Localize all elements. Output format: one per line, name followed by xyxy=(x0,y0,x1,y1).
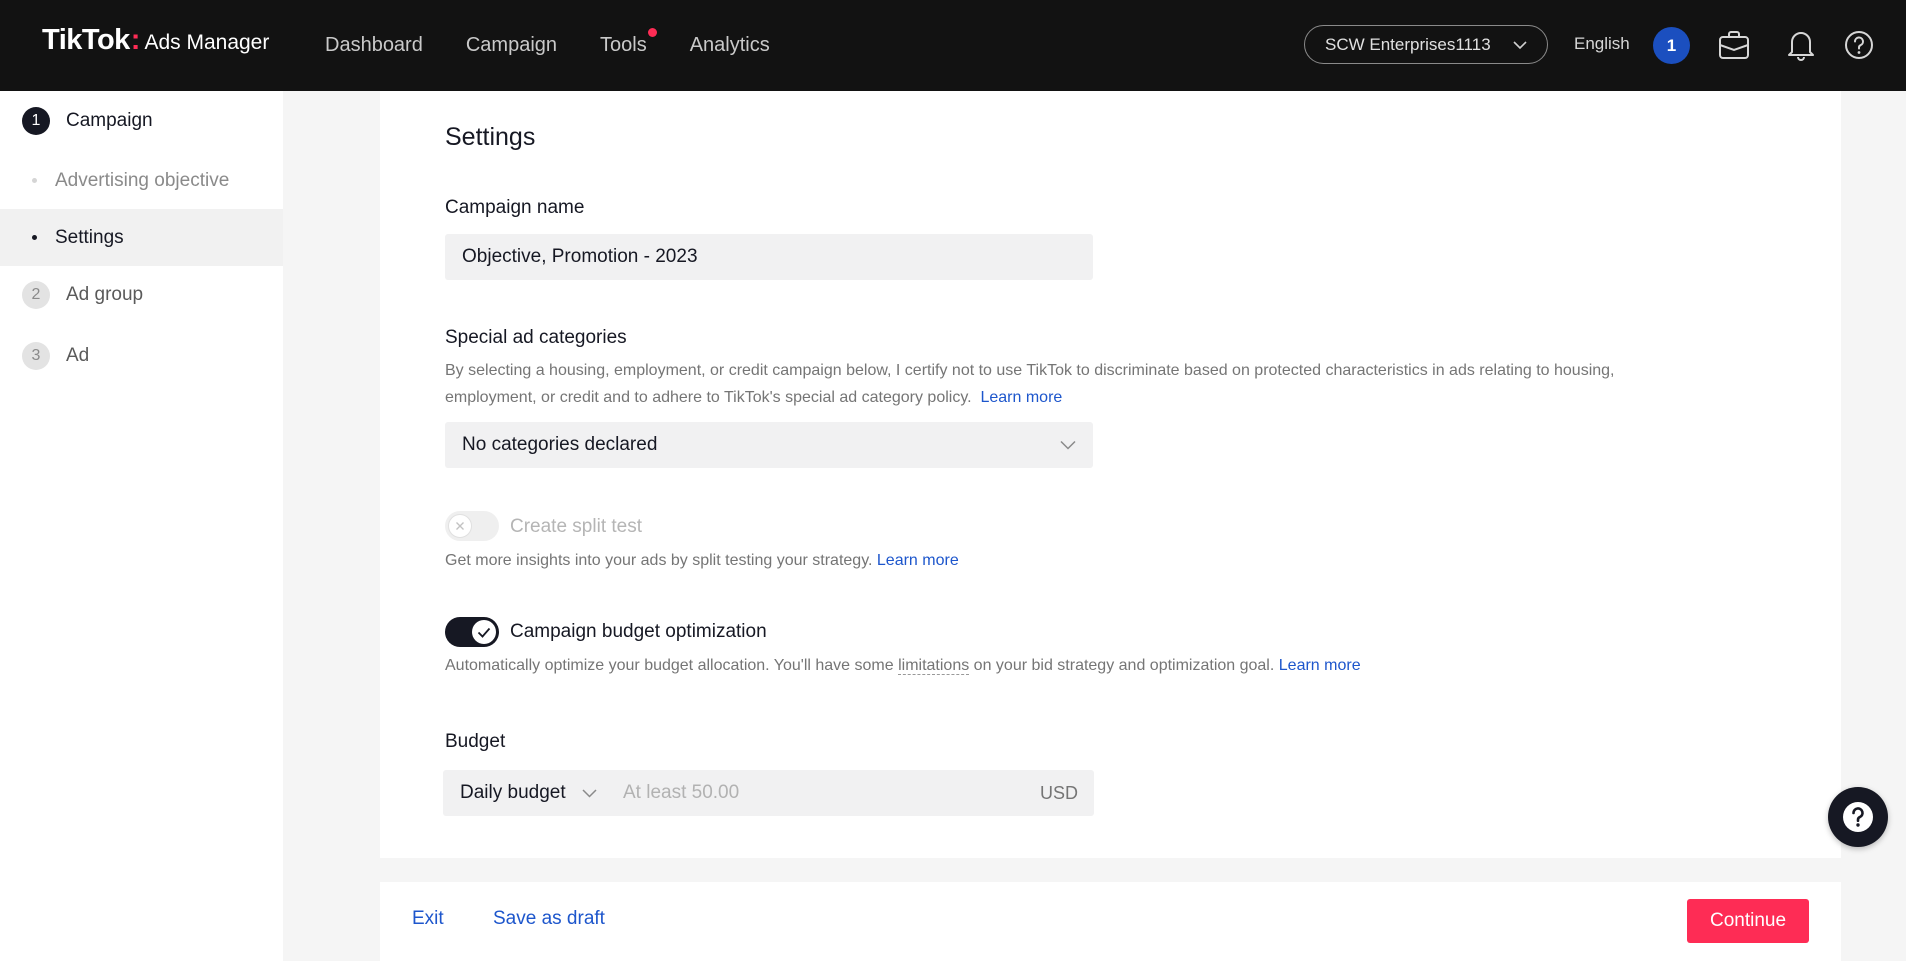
step-number: 2 xyxy=(22,281,50,309)
chevron-down-icon xyxy=(1513,35,1527,55)
step-number: 1 xyxy=(22,107,50,135)
budget-type-select[interactable]: Daily budget xyxy=(443,770,623,816)
step-ad-group[interactable]: 2 Ad group xyxy=(22,281,143,309)
settings-card: Settings Campaign name Objective, Promot… xyxy=(380,91,1841,858)
campaign-name-input[interactable]: Objective, Promotion - 2023 xyxy=(445,234,1093,280)
chevron-down-icon xyxy=(1060,434,1076,456)
budget-input-group: Daily budget At least 50.00 USD xyxy=(443,770,1094,816)
split-test-description: Get more insights into your ads by split… xyxy=(445,547,959,574)
nav-campaign[interactable]: Campaign xyxy=(466,34,557,57)
selected-category: No categories declared xyxy=(462,434,658,455)
bullet-icon xyxy=(32,178,37,183)
step-ad[interactable]: 3 Ad xyxy=(22,342,89,370)
step-label: Ad group xyxy=(66,284,144,305)
budget-type-value: Daily budget xyxy=(460,782,566,803)
budget-currency: USD xyxy=(1039,782,1078,803)
cbo-toggle[interactable] xyxy=(445,617,499,647)
special-ad-categories-description: By selecting a housing, employment, or c… xyxy=(445,357,1685,411)
special-ad-categories-label: Special ad categories xyxy=(445,327,627,348)
learn-more-link[interactable]: Learn more xyxy=(980,389,1062,406)
step-label: Ad xyxy=(66,345,90,366)
step-label: Campaign xyxy=(66,110,153,131)
brand-colon: : xyxy=(130,24,141,56)
bullet-icon xyxy=(32,235,37,240)
substep-advertising-objective[interactable]: Advertising objective xyxy=(0,152,283,209)
substep-label: Advertising objective xyxy=(55,169,230,191)
description-text: on your bid strategy and optimization go… xyxy=(969,657,1275,674)
briefcase-icon[interactable] xyxy=(1716,27,1752,63)
brand-name: TikTok xyxy=(42,24,130,56)
toggle-knob xyxy=(472,620,496,644)
step-number: 3 xyxy=(22,342,50,370)
save-as-draft-link[interactable]: Save as draft xyxy=(493,908,605,930)
bell-icon[interactable] xyxy=(1783,27,1819,63)
tiktok-ads-manager-logo[interactable]: TikTok : Ads Manager xyxy=(42,24,269,57)
learn-more-link[interactable]: Learn more xyxy=(877,552,959,569)
language-selector[interactable]: English xyxy=(1574,34,1630,54)
limitations-tooltip-trigger[interactable]: limitations xyxy=(898,657,970,675)
split-test-label: Create split test xyxy=(510,516,642,537)
account-name: SCW Enterprises1113 xyxy=(1325,34,1491,54)
cbo-description: Automatically optimize your budget alloc… xyxy=(445,652,1361,679)
budget-amount-input[interactable]: At least 50.00 xyxy=(623,782,1040,804)
nav-analytics[interactable]: Analytics xyxy=(690,34,770,57)
brand-product: Ads Manager xyxy=(144,31,270,54)
campaign-steps-sidebar: 1 Campaign Advertising objective Setting… xyxy=(0,91,283,961)
substep-settings[interactable]: Settings xyxy=(0,209,283,266)
help-bubble-icon xyxy=(1843,802,1873,832)
split-test-toggle[interactable] xyxy=(445,511,499,541)
budget-label: Budget xyxy=(445,731,506,752)
special-ad-categories-select[interactable]: No categories declared xyxy=(445,422,1093,468)
help-circle-icon[interactable] xyxy=(1841,27,1877,63)
nav-dashboard[interactable]: Dashboard xyxy=(325,34,423,57)
description-text: Automatically optimize your budget alloc… xyxy=(445,657,899,674)
avatar[interactable]: 1 xyxy=(1653,27,1690,64)
toggle-knob xyxy=(448,514,472,538)
step-campaign[interactable]: 1 Campaign xyxy=(22,107,153,135)
nav-tools[interactable]: Tools xyxy=(600,28,657,57)
floating-help-button[interactable] xyxy=(1828,787,1888,847)
chevron-down-icon xyxy=(582,782,597,804)
footer-action-bar: Exit Save as draft Continue xyxy=(380,882,1841,961)
top-navigation-bar: TikTok : Ads Manager Dashboard Campaign … xyxy=(0,0,1906,91)
exit-link[interactable]: Exit xyxy=(412,908,444,930)
cbo-label: Campaign budget optimization xyxy=(510,621,767,642)
notification-dot xyxy=(647,28,657,37)
substep-label: Settings xyxy=(55,226,124,248)
close-icon xyxy=(456,522,464,530)
account-selector[interactable]: SCW Enterprises1113 xyxy=(1304,25,1548,64)
page-title: Settings xyxy=(445,123,536,151)
main-nav: Dashboard Campaign Tools Analytics xyxy=(325,0,770,91)
nav-tools-label: Tools xyxy=(600,34,647,56)
learn-more-link[interactable]: Learn more xyxy=(1279,657,1361,674)
continue-button[interactable]: Continue xyxy=(1687,899,1809,943)
description-text: Get more insights into your ads by split… xyxy=(445,552,873,569)
check-icon xyxy=(477,627,491,638)
campaign-name-value: Objective, Promotion - 2023 xyxy=(462,246,698,267)
campaign-name-label: Campaign name xyxy=(445,197,585,218)
